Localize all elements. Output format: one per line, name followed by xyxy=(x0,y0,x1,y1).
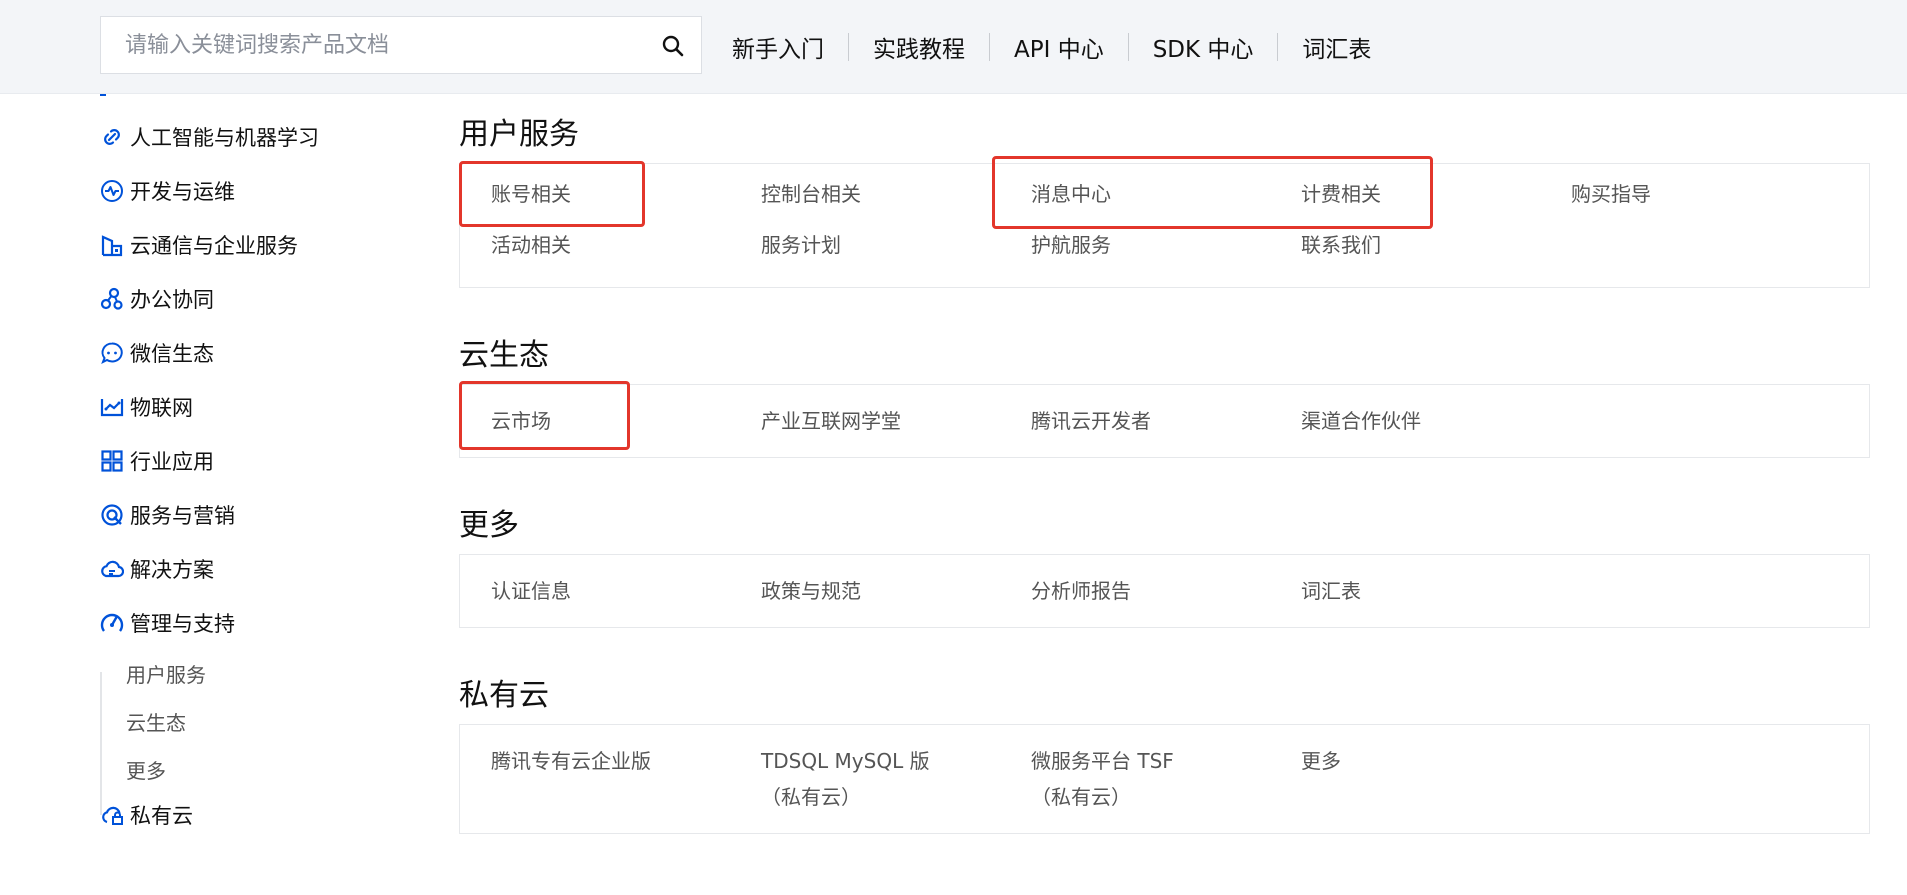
ai-link-icon xyxy=(100,125,124,149)
section-title-user-service: 用户服务 xyxy=(459,117,579,152)
link-line-sub: （私有云） xyxy=(761,785,861,809)
link-tdsql-mysql[interactable]: TDSQL MySQL 版 （私有云） xyxy=(761,743,930,815)
cloud-solution-icon xyxy=(100,557,124,581)
link-console[interactable]: 控制台相关 xyxy=(761,176,861,212)
sidebar-item-wechat[interactable]: 微信生态 xyxy=(100,337,214,369)
section-title-private-cloud: 私有云 xyxy=(459,678,549,713)
top-nav: 新手入门 实践教程 API 中心 SDK 中心 词汇表 xyxy=(732,0,1371,93)
sidebar-subitem-user-service[interactable]: 用户服务 xyxy=(126,659,206,688)
sidebar-item-label: 私有云 xyxy=(130,804,193,828)
sidebar-subitem-more[interactable]: 更多 xyxy=(126,755,166,784)
nav-divider xyxy=(848,32,849,61)
link-tce-enterprise[interactable]: 腾讯专有云企业版 xyxy=(491,743,651,779)
section-panel-private-cloud: 腾讯专有云企业版 TDSQL MySQL 版 （私有云） 微服务平台 TSF （… xyxy=(459,724,1870,834)
link-channel-partners[interactable]: 渠道合作伙伴 xyxy=(1301,403,1421,439)
sidebar-item-private-cloud[interactable]: 私有云 xyxy=(100,799,193,831)
top-bar: 新手入门 实践教程 API 中心 SDK 中心 词汇表 xyxy=(0,0,1907,94)
link-certification[interactable]: 认证信息 xyxy=(491,573,571,609)
iot-icon xyxy=(100,395,124,419)
grid-apps-icon xyxy=(100,449,124,473)
link-developers[interactable]: 腾讯云开发者 xyxy=(1031,403,1151,439)
highlight-box-account xyxy=(459,161,645,227)
highlight-box-message-billing xyxy=(992,156,1433,229)
link-line: TDSQL MySQL 版 xyxy=(761,749,930,773)
search-input[interactable] xyxy=(125,17,645,73)
sidebar-item-label: 服务与营销 xyxy=(130,504,235,528)
link-line: 腾讯专有云企业版 xyxy=(491,749,651,773)
search-box xyxy=(100,16,702,74)
marketing-icon xyxy=(100,503,124,527)
private-cloud-icon xyxy=(100,803,124,827)
link-private-cloud-more[interactable]: 更多 xyxy=(1301,743,1341,779)
section-panel-more: 认证信息 政策与规范 分析师报告 词汇表 xyxy=(459,554,1870,628)
link-analyst-reports[interactable]: 分析师报告 xyxy=(1031,573,1131,609)
link-industry-academy[interactable]: 产业互联网学堂 xyxy=(761,403,901,439)
sidebar-item-marketing[interactable]: 服务与营销 xyxy=(100,499,235,531)
search-icon[interactable] xyxy=(661,34,685,58)
sidebar-item-label: 云通信与企业服务 xyxy=(130,234,298,258)
nav-sdk-center[interactable]: SDK 中心 xyxy=(1153,30,1254,64)
link-glossary[interactable]: 词汇表 xyxy=(1301,573,1361,609)
nav-api-center[interactable]: API 中心 xyxy=(1014,30,1104,64)
sidebar-item-label: 解决方案 xyxy=(130,558,214,582)
section-panel-cloud-ecosystem: 云市场 产业互联网学堂 腾讯云开发者 渠道合作伙伴 xyxy=(459,384,1870,458)
highlight-box-cloud-market xyxy=(459,381,630,450)
gauge-icon xyxy=(100,611,124,635)
collaboration-icon xyxy=(100,287,124,311)
sidebar-item-label: 人工智能与机器学习 xyxy=(130,126,319,150)
nav-divider xyxy=(1127,32,1129,61)
pulse-icon xyxy=(100,179,124,203)
sidebar-item-communication[interactable]: 云通信与企业服务 xyxy=(100,229,298,261)
nav-divider xyxy=(1277,32,1279,61)
sidebar-item-label: 行业应用 xyxy=(130,450,214,474)
link-line: 更多 xyxy=(1301,749,1341,773)
link-activities[interactable]: 活动相关 xyxy=(491,227,571,263)
link-policies[interactable]: 政策与规范 xyxy=(761,573,861,609)
nav-tutorials[interactable]: 实践教程 xyxy=(873,30,965,64)
sidebar-item-devops[interactable]: 开发与运维 xyxy=(100,175,235,207)
submenu-rail xyxy=(100,672,102,815)
link-escort-service[interactable]: 护航服务 xyxy=(1031,227,1111,263)
section-title-cloud-ecosystem: 云生态 xyxy=(459,338,549,373)
nav-getting-started[interactable]: 新手入门 xyxy=(732,30,824,64)
sidebar-item-office[interactable]: 办公协同 xyxy=(100,283,214,315)
sidebar-item-label: 微信生态 xyxy=(130,342,214,366)
link-line-sub: （私有云） xyxy=(1031,785,1131,809)
sidebar-item-label: 办公协同 xyxy=(130,288,214,312)
building-icon xyxy=(100,233,124,257)
link-purchase-guide[interactable]: 购买指导 xyxy=(1571,176,1651,212)
sidebar-item-management[interactable]: 管理与支持 xyxy=(100,607,235,639)
sidebar-item-label: 物联网 xyxy=(130,396,193,420)
sidebar-item-ai[interactable]: 人工智能与机器学习 xyxy=(100,121,319,153)
sidebar-item-solutions[interactable]: 解决方案 xyxy=(100,553,214,585)
sidebar-item-iot[interactable]: 物联网 xyxy=(100,391,193,423)
chat-bubble-icon xyxy=(100,341,124,365)
scroll-indicator xyxy=(100,94,106,96)
sidebar-item-label: 开发与运维 xyxy=(130,180,235,204)
sidebar-item-label: 管理与支持 xyxy=(130,612,235,636)
nav-glossary[interactable]: 词汇表 xyxy=(1302,30,1371,64)
sidebar-item-industry[interactable]: 行业应用 xyxy=(100,445,214,477)
nav-divider xyxy=(989,32,990,61)
section-title-more: 更多 xyxy=(459,508,519,543)
link-tsf[interactable]: 微服务平台 TSF （私有云） xyxy=(1031,743,1174,815)
link-service-plan[interactable]: 服务计划 xyxy=(761,227,841,263)
sidebar-subitem-cloud-ecosystem[interactable]: 云生态 xyxy=(126,707,186,736)
link-contact-us[interactable]: 联系我们 xyxy=(1301,227,1381,263)
link-line: 微服务平台 TSF xyxy=(1031,749,1174,773)
